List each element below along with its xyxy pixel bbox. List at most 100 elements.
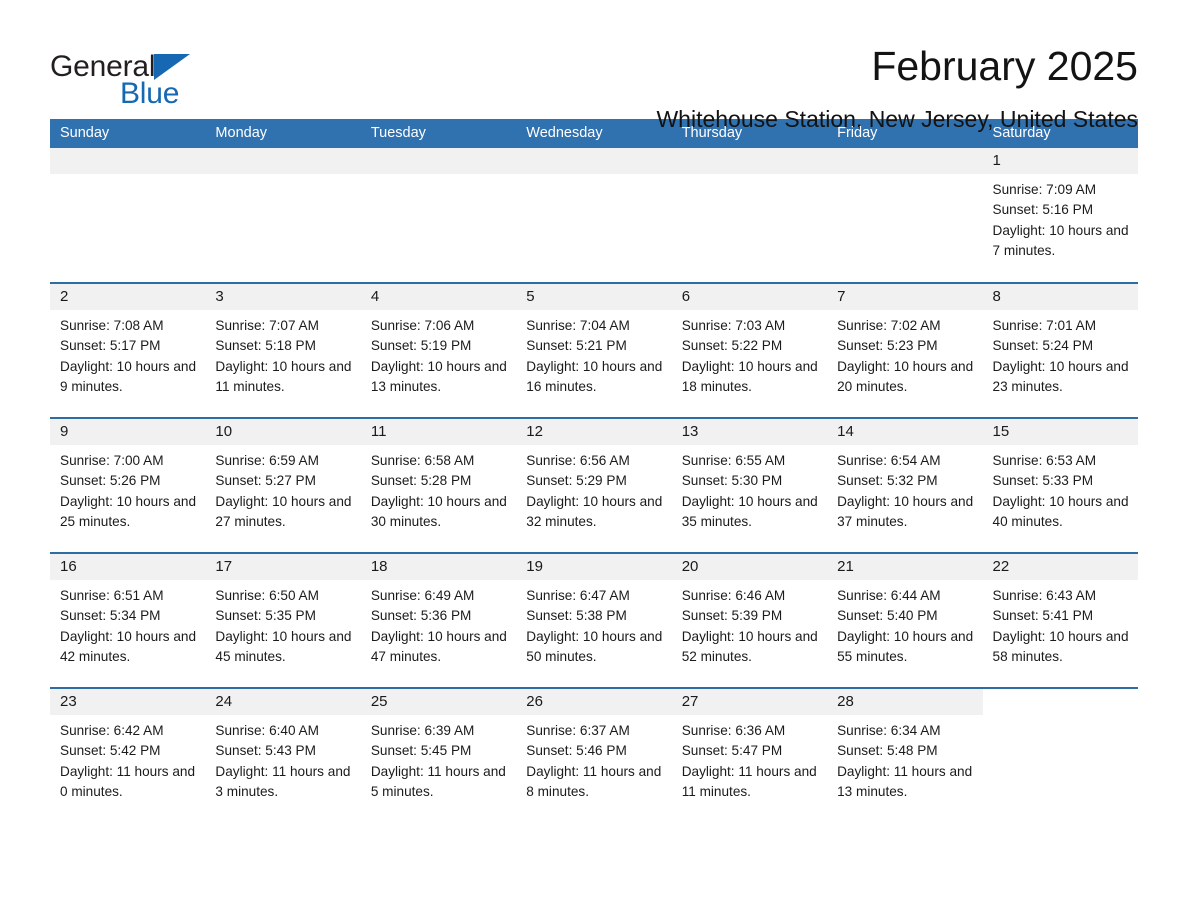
page-header: General Blue February 2025 Whitehouse St…: [50, 0, 1138, 132]
calendar-week-row: 23 Sunrise: 6:42 AM Sunset: 5:42 PM Dayligh…: [50, 687, 1138, 823]
calendar-day-cell[interactable]: 19 Sunrise: 6:47 AM Sunset: 5:38 PM Dayligh…: [516, 552, 672, 688]
calendar-week-row: 16 Sunrise: 6:51 AM Sunset: 5:34 PM Dayligh…: [50, 552, 1138, 688]
sunset-time: Sunset: 5:17 PM: [60, 338, 161, 354]
daylight-duration: Daylight: 10 hours and 45 minutes.: [215, 628, 352, 664]
calendar-day-cell[interactable]: 20 Sunrise: 6:46 AM Sunset: 5:39 PM Dayligh…: [671, 552, 828, 688]
daylight-duration: Daylight: 10 hours and 27 minutes.: [215, 493, 352, 529]
calendar-day-cell[interactable]: 25 Sunrise: 6:39 AM Sunset: 5:45 PM Dayligh…: [360, 687, 517, 823]
sunset-time: Sunset: 5:42 PM: [60, 743, 161, 759]
day-details: Sunrise: 6:47 AM Sunset: 5:38 PM Daylight:…: [516, 580, 671, 667]
day-number: 26: [516, 689, 672, 715]
sunset-time: Sunset: 5:32 PM: [837, 473, 938, 489]
sunset-time: Sunset: 5:30 PM: [681, 473, 783, 489]
day-details: Sunrise: 7:07 AM Sunset: 5:18 PM Daylight:…: [205, 310, 360, 397]
title-block: February 2025 Whitehouse Station, New Je…: [656, 40, 1138, 134]
day-number: 17: [205, 554, 361, 580]
calendar-week-row: 1 Sunrise: 7:09 AM Sunset: 5:16 PM Daylight…: [50, 148, 1138, 283]
day-details: Sunrise: 7:02 AM Sunset: 5:23 PM Daylight:…: [827, 310, 982, 397]
daylight-duration: Daylight: 10 hours and 37 minutes.: [837, 493, 974, 529]
day-number: 21: [827, 554, 983, 580]
day-number: 27: [671, 689, 828, 715]
calendar-day-cell[interactable]: 23 Sunrise: 6:42 AM Sunset: 5:42 PM Dayligh…: [50, 687, 206, 823]
sunrise-time: Sunrise: 6:51 AM: [60, 588, 164, 603]
calendar-day-cell[interactable]: 27 Sunrise: 6:36 AM Sunset: 5:47 PM Dayligh…: [671, 687, 828, 823]
daylight-duration: Daylight: 10 hours and 55 minutes.: [837, 628, 974, 664]
day-number: 28: [827, 689, 983, 715]
sunrise-time: Sunrise: 7:09 AM: [992, 182, 1097, 197]
sunset-time: Sunset: 5:24 PM: [992, 338, 1094, 354]
sunset-time: Sunset: 5:34 PM: [60, 608, 161, 624]
daylight-duration: Daylight: 11 hours and 8 minutes.: [526, 763, 662, 799]
day-number: [360, 148, 517, 174]
sunrise-time: Sunrise: 6:50 AM: [215, 588, 319, 603]
sunrise-time: Sunrise: 6:54 AM: [837, 453, 941, 468]
calendar-day-cell[interactable]: 1 Sunrise: 7:09 AM Sunset: 5:16 PM Daylight…: [982, 148, 1138, 283]
calendar-day-cell[interactable]: 5 Sunrise: 7:04 AM Sunset: 5:21 PM Daylight…: [516, 282, 672, 418]
calendar-day-cell-empty: [205, 148, 361, 283]
day-details: Sunrise: 6:51 AM Sunset: 5:34 PM Daylight:…: [50, 580, 205, 667]
sunrise-time: Sunrise: 7:01 AM: [992, 318, 1097, 333]
day-number: 14: [827, 419, 983, 445]
calendar-day-cell[interactable]: 3 Sunrise: 7:07 AM Sunset: 5:18 PM Daylight…: [205, 282, 361, 418]
calendar-day-cell[interactable]: 28 Sunrise: 6:34 AM Sunset: 5:48 PM Dayligh…: [827, 687, 983, 823]
generalblue-logo[interactable]: General Blue: [50, 40, 230, 116]
daylight-duration: Daylight: 10 hours and 11 minutes.: [215, 358, 352, 394]
calendar-day-cell[interactable]: 26 Sunrise: 6:37 AM Sunset: 5:46 PM Dayligh…: [516, 687, 672, 823]
calendar-day-cell[interactable]: 18 Sunrise: 6:49 AM Sunset: 5:36 PM Dayligh…: [360, 552, 517, 688]
calendar-day-cell[interactable]: 17 Sunrise: 6:50 AM Sunset: 5:35 PM Dayligh…: [205, 552, 361, 688]
day-number: [50, 148, 206, 174]
calendar-day-cell[interactable]: 21 Sunrise: 6:44 AM Sunset: 5:40 PM Dayligh…: [827, 552, 983, 688]
sunrise-time: Sunrise: 6:34 AM: [837, 723, 941, 738]
weekday-header-wednesday: Wednesday: [516, 119, 672, 148]
weekday-header-sunday: Sunday: [50, 119, 206, 148]
day-number: 1: [982, 148, 1138, 174]
daylight-duration: Daylight: 10 hours and 16 minutes.: [526, 358, 663, 394]
calendar-day-cell-empty: [671, 148, 828, 283]
daylight-duration: Daylight: 10 hours and 7 minutes.: [992, 222, 1129, 258]
day-number: 4: [360, 284, 517, 310]
day-details: Sunrise: 6:43 AM Sunset: 5:41 PM Daylight:…: [983, 580, 1138, 667]
calendar-day-cell-empty: [50, 148, 206, 283]
day-number: 24: [205, 689, 361, 715]
calendar-day-cell[interactable]: 24 Sunrise: 6:40 AM Sunset: 5:43 PM Dayligh…: [205, 687, 361, 823]
sunset-time: Sunset: 5:45 PM: [370, 743, 472, 759]
calendar-day-cell[interactable]: 16 Sunrise: 6:51 AM Sunset: 5:34 PM Dayligh…: [50, 552, 206, 688]
day-number: 10: [205, 419, 361, 445]
calendar-day-cell[interactable]: 7 Sunrise: 7:02 AM Sunset: 5:23 PM Daylight…: [827, 282, 983, 418]
sunset-time: Sunset: 5:26 PM: [60, 473, 161, 489]
daylight-duration: Daylight: 10 hours and 47 minutes.: [370, 628, 507, 664]
calendar-day-cell[interactable]: 6 Sunrise: 7:03 AM Sunset: 5:22 PM Daylight…: [671, 282, 828, 418]
sunrise-time: Sunrise: 6:59 AM: [215, 453, 319, 468]
sunrise-time: Sunrise: 6:58 AM: [370, 453, 475, 468]
calendar-day-cell[interactable]: 10 Sunrise: 6:59 AM Sunset: 5:27 PM Dayligh…: [205, 417, 361, 553]
day-number: 3: [205, 284, 361, 310]
day-details: Sunrise: 6:54 AM Sunset: 5:32 PM Daylight:…: [827, 445, 982, 532]
sunset-time: Sunset: 5:43 PM: [215, 743, 316, 759]
sunset-time: Sunset: 5:21 PM: [526, 338, 627, 354]
calendar-day-cell[interactable]: 22 Sunrise: 6:43 AM Sunset: 5:41 PM Dayligh…: [982, 552, 1138, 688]
day-number: 5: [516, 284, 672, 310]
calendar-day-cell[interactable]: 13 Sunrise: 6:55 AM Sunset: 5:30 PM Dayligh…: [671, 417, 828, 553]
sunrise-time: Sunrise: 7:03 AM: [681, 318, 786, 333]
day-number: 11: [360, 419, 517, 445]
daylight-duration: Daylight: 11 hours and 3 minutes.: [215, 763, 351, 799]
day-details: Sunrise: 7:04 AM Sunset: 5:21 PM Daylight:…: [516, 310, 671, 397]
sunset-time: Sunset: 5:47 PM: [681, 743, 783, 759]
sunrise-time: Sunrise: 6:47 AM: [526, 588, 630, 603]
sunrise-time: Sunrise: 6:44 AM: [837, 588, 941, 603]
sunset-time: Sunset: 5:16 PM: [992, 202, 1094, 218]
calendar-day-cell[interactable]: 8 Sunrise: 7:01 AM Sunset: 5:24 PM Daylight…: [982, 282, 1138, 418]
daylight-duration: Daylight: 10 hours and 50 minutes.: [526, 628, 663, 664]
calendar-day-cell[interactable]: 9 Sunrise: 7:00 AM Sunset: 5:26 PM Daylight…: [50, 417, 206, 553]
calendar-day-cell[interactable]: 15 Sunrise: 6:53 AM Sunset: 5:33 PM Dayligh…: [982, 417, 1138, 553]
daylight-duration: Daylight: 10 hours and 52 minutes.: [681, 628, 818, 664]
calendar-day-cell[interactable]: 2 Sunrise: 7:08 AM Sunset: 5:17 PM Daylight…: [50, 282, 206, 418]
calendar-day-cell[interactable]: 12 Sunrise: 6:56 AM Sunset: 5:29 PM Dayligh…: [516, 417, 672, 553]
daylight-duration: Daylight: 11 hours and 5 minutes.: [370, 763, 506, 799]
calendar-day-cell[interactable]: 11 Sunrise: 6:58 AM Sunset: 5:28 PM Dayligh…: [360, 417, 517, 553]
sunset-time: Sunset: 5:33 PM: [992, 473, 1094, 489]
sunrise-time: Sunrise: 7:08 AM: [60, 318, 164, 333]
calendar-day-cell[interactable]: 4 Sunrise: 7:06 AM Sunset: 5:19 PM Daylight…: [360, 282, 517, 418]
calendar-day-cell[interactable]: 14 Sunrise: 6:54 AM Sunset: 5:32 PM Dayligh…: [827, 417, 983, 553]
sunrise-time: Sunrise: 7:00 AM: [60, 453, 164, 468]
